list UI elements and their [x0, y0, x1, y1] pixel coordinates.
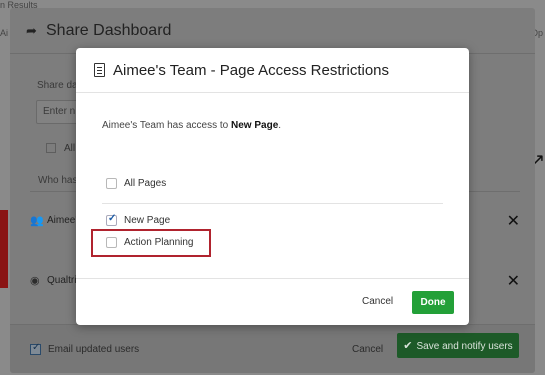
share-dialog-footer: Email updated users Cancel ✔Save and not… — [10, 324, 535, 373]
done-button[interactable]: Done — [412, 291, 454, 314]
remove-user-icon[interactable]: ✕ — [507, 271, 520, 291]
all-pages-checkbox[interactable] — [106, 178, 117, 189]
background-red-accent — [0, 210, 8, 288]
check-icon: ✔ — [403, 340, 413, 352]
user-circle-icon: ◉ — [30, 275, 40, 287]
access-dialog-header: Aimee's Team - Page Access Restrictions — [76, 48, 469, 93]
remove-user-icon[interactable]: ✕ — [507, 211, 520, 231]
email-updated-users-label: Email updated users — [48, 344, 140, 355]
all-pages-label: All Pages — [124, 178, 167, 189]
highlight-box — [91, 229, 211, 257]
user-name: Qualtri — [47, 275, 77, 286]
page-checkbox-new-page[interactable] — [106, 213, 117, 226]
share-cancel-button[interactable]: Cancel — [352, 344, 383, 355]
access-description: Aimee's Team has access to New Page. — [102, 120, 281, 131]
save-and-notify-button[interactable]: ✔ Save and notify users — [397, 333, 519, 358]
background-left-text: Ai — [0, 28, 9, 38]
document-icon — [94, 63, 105, 77]
page-label-new-page: New Page — [124, 215, 171, 226]
access-cancel-button[interactable]: Cancel — [362, 296, 393, 307]
share-all-label: All — [64, 143, 76, 154]
access-description-prefix: Aimee's Team has access to — [102, 120, 232, 131]
share-all-checkbox[interactable] — [46, 143, 56, 153]
email-updated-users-checkbox[interactable] — [30, 342, 41, 355]
page-access-modal: Aimee's Team - Page Access Restrictions … — [76, 48, 469, 325]
group-icon: 👥 — [30, 215, 44, 227]
access-dialog-footer: Cancel Done — [76, 278, 469, 325]
share-arrow-icon: ➦ — [26, 23, 37, 38]
access-dialog-title: Aimee's Team - Page Access Restrictions — [113, 62, 390, 79]
access-description-page: New Page — [231, 120, 279, 131]
who-has-access-label: Who has — [38, 175, 78, 186]
share-dialog-title: Share Dashboard — [46, 22, 172, 39]
access-divider — [102, 203, 443, 204]
save-and-notify-label: Save and notify users — [416, 341, 513, 352]
access-description-suffix: . — [278, 120, 282, 131]
